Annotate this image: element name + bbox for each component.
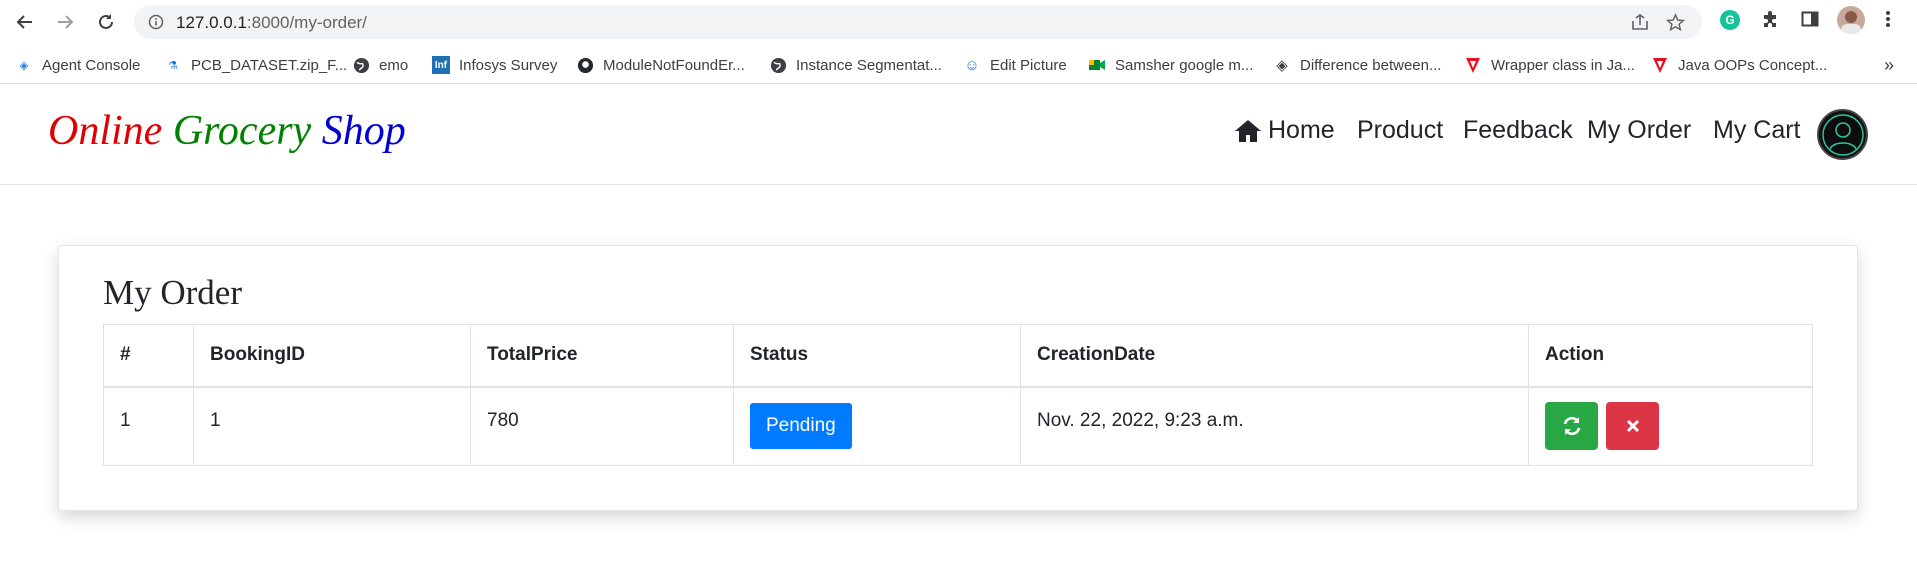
bookmark-item[interactable]: ◈ Difference between... <box>1273 54 1441 76</box>
bookmark-item[interactable]: Inf Infosys Survey <box>432 54 557 76</box>
browser-toolbar: 127.0.0.1:8000/my-order/ G <box>0 0 1917 44</box>
cell-booking-id: 1 <box>193 386 471 466</box>
reload-button[interactable] <box>92 8 120 36</box>
forward-button[interactable] <box>51 8 79 36</box>
bookmark-label: Samsher google m... <box>1115 56 1254 74</box>
back-button[interactable] <box>11 8 39 36</box>
nav-my-cart[interactable]: My Cart <box>1713 116 1801 145</box>
bookmark-item[interactable]: emo <box>352 54 408 76</box>
globe-icon <box>769 56 787 74</box>
user-avatar[interactable] <box>1817 109 1868 160</box>
bookmark-label: Instance Segmentat... <box>796 56 942 74</box>
globe-icon <box>352 56 370 74</box>
orders-table: # BookingID TotalPrice Status CreationDa… <box>103 324 1813 466</box>
bookmark-label: PCB_DATASET.zip_F... <box>191 56 348 74</box>
bookmark-favicon-icon: ⚗ <box>168 59 178 72</box>
column-header-total-price: TotalPrice <box>470 324 734 388</box>
url-host: 127.0.0.1 <box>176 13 247 32</box>
page-title: My Order <box>103 273 242 312</box>
nav-home-label: Home <box>1268 116 1335 144</box>
orders-card: My Order # BookingID TotalPrice Status C… <box>58 245 1858 511</box>
cell-total-price: 780 <box>470 386 734 466</box>
cell-num: 1 <box>103 386 194 466</box>
home-icon <box>1235 119 1261 142</box>
status-badge: Pending <box>750 403 852 450</box>
profile-icon[interactable] <box>1837 6 1865 34</box>
forward-icon <box>58 15 74 29</box>
bookmark-item[interactable]: Samsher google m... <box>1088 54 1253 76</box>
nav-home[interactable]: Home <box>1234 116 1335 145</box>
cancel-button[interactable] <box>1606 402 1660 451</box>
bookmark-label: Difference between... <box>1300 56 1442 74</box>
table-row: 1 1 780 Pending Nov. 22, 2022, 9:23 a.m. <box>103 386 1813 466</box>
column-header-action: Action <box>1528 324 1813 388</box>
more-bookmarks-button[interactable]: » <box>1884 54 1894 76</box>
nav-my-order[interactable]: My Order <box>1587 116 1691 145</box>
nav-feedback[interactable]: Feedback <box>1463 116 1573 145</box>
bookmark-label: Edit Picture <box>990 56 1067 74</box>
infosys-icon: Inf <box>432 56 450 74</box>
brand-word-grocery: Grocery <box>172 108 312 154</box>
column-header-booking-id: BookingID <box>193 324 471 388</box>
address-bar[interactable]: 127.0.0.1:8000/my-order/ <box>134 5 1702 39</box>
bookmark-label: ModuleNotFoundEr... <box>603 56 745 74</box>
bookmark-item[interactable]: ⚗ PCB_DATASET.zip_F... <box>164 54 347 76</box>
site-navbar: Online Grocery Shop Home Product Feedbac… <box>0 85 1917 185</box>
github-icon <box>576 56 594 74</box>
diamond-icon: ◈ <box>1276 57 1288 74</box>
bookmark-item[interactable]: Instance Segmentat... <box>769 54 942 76</box>
url-path: :8000/my-order/ <box>246 13 367 32</box>
column-header-creation-date: CreationDate <box>1020 324 1529 388</box>
bookmark-label: emo <box>379 56 409 74</box>
javatpoint-icon <box>1464 56 1482 74</box>
bookmark-favicon-icon: ◈ <box>19 59 29 72</box>
bookmark-item[interactable]: ◈ Agent Console <box>15 54 141 76</box>
column-header-status: Status <box>733 324 1021 388</box>
bookmark-label: Java OOPs Concept... <box>1678 56 1828 74</box>
back-icon <box>16 15 32 29</box>
reload-icon <box>99 14 113 29</box>
bookmark-item[interactable]: ModuleNotFoundEr... <box>576 54 745 76</box>
edit-picture-icon: ☺ <box>964 56 980 74</box>
table-header-row: # BookingID TotalPrice Status CreationDa… <box>103 324 1813 388</box>
refresh-button[interactable] <box>1545 402 1598 451</box>
site-brand[interactable]: Online Grocery Shop <box>48 107 406 155</box>
bookmark-item[interactable]: Wrapper class in Ja... <box>1464 54 1635 76</box>
grammarly-icon[interactable]: G <box>1720 10 1740 30</box>
cell-creation-date: Nov. 22, 2022, 9:23 a.m. <box>1020 386 1529 466</box>
url-text[interactable]: 127.0.0.1:8000/my-order/ <box>176 13 367 33</box>
bookmark-label: Wrapper class in Ja... <box>1491 56 1635 74</box>
brand-word-online: Online <box>48 108 163 154</box>
bookmark-item[interactable]: ☺ Edit Picture <box>963 54 1067 76</box>
close-icon <box>1626 420 1639 433</box>
javatpoint-icon <box>1651 56 1669 74</box>
bookmark-item[interactable]: Java OOPs Concept... <box>1651 54 1827 76</box>
sidepanel-icon[interactable] <box>1800 9 1820 29</box>
info-icon[interactable] <box>148 14 164 30</box>
menu-icon[interactable] <box>1884 9 1892 29</box>
bookmarks-bar: ◈ Agent Console ⚗ PCB_DATASET.zip_F... emo… <box>0 44 1917 84</box>
meet-icon <box>1088 56 1106 74</box>
refresh-icon <box>1563 417 1580 436</box>
cell-action <box>1528 386 1813 466</box>
bookmark-label: Infosys Survey <box>459 56 558 74</box>
star-icon[interactable] <box>1666 13 1685 32</box>
brand-word-shop: Shop <box>321 108 406 154</box>
user-icon <box>1821 113 1864 156</box>
nav-product[interactable]: Product <box>1357 116 1443 145</box>
bookmark-label: Agent Console <box>42 56 141 74</box>
extensions-icon[interactable] <box>1760 9 1780 29</box>
share-icon[interactable] <box>1630 13 1650 31</box>
column-header-num: # <box>103 324 194 388</box>
cell-status: Pending <box>733 386 1021 466</box>
